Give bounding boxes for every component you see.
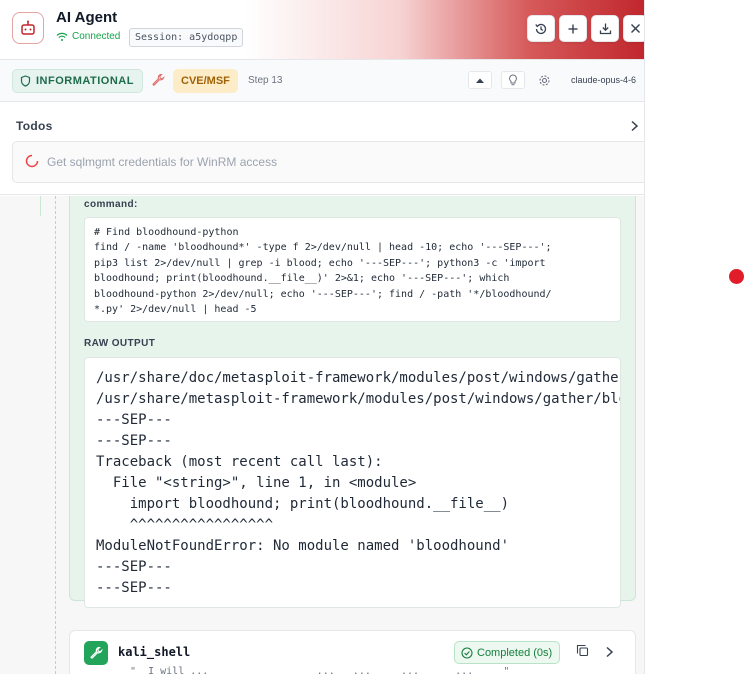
recording-indicator: [729, 269, 744, 284]
tool-preview: " I will ... ... ... ... ... ": [118, 666, 510, 674]
shield-icon: [20, 75, 31, 87]
status-badge-label: Completed (0s): [477, 646, 553, 659]
command-label: command:: [84, 199, 138, 210]
agent-title: AI Agent: [56, 9, 118, 26]
output-line: ^^^^^^^^^^^^^^^^^: [96, 517, 274, 533]
output-line: Traceback (most recent call last):: [96, 454, 383, 470]
collapse-button[interactable]: [468, 71, 492, 89]
output-line: ---SEP---: [96, 559, 172, 575]
wrench-icon: [84, 641, 108, 665]
command-line: bloodhound-python 2>/dev/null; echo '---…: [94, 288, 552, 300]
plus-icon: [568, 24, 578, 33]
wrench-icon: [151, 73, 165, 92]
command-line: pip3 list 2>/dev/null | grep -i blood; e…: [94, 257, 546, 269]
agent-panel: AI Agent Connected Session: a5ydoqpp INF…: [0, 0, 645, 674]
risk-badge-label: INFORMATIONAL: [36, 75, 134, 87]
robot-icon: [12, 12, 44, 44]
output-line: ---SEP---: [96, 433, 172, 449]
download-button[interactable]: [591, 15, 619, 42]
risk-badge: INFORMATIONAL: [12, 69, 143, 93]
settings-button[interactable]: [538, 74, 551, 92]
agent-header: AI Agent Connected Session: a5ydoqpp: [0, 0, 644, 60]
model-name: claude-opus-4-6: [571, 75, 637, 85]
timeline-connector: [40, 196, 54, 216]
step-counter: Step 13: [248, 75, 283, 86]
command-line: # Find bloodhound-python: [94, 227, 239, 238]
output-line: ModuleNotFoundError: No module named 'bl…: [96, 538, 510, 554]
close-icon: [630, 24, 640, 33]
command-line: find / -name 'bloodhound*' -type f 2>/de…: [94, 242, 552, 254]
download-icon: [599, 23, 611, 35]
hints-button[interactable]: [501, 71, 525, 89]
output-line: File "<string>", line 1, in <module>: [96, 475, 417, 491]
spinner-icon: [25, 154, 39, 173]
todo-item-label: Get sqlmgmt credentials for WinRM access: [47, 155, 278, 169]
output-line: /usr/share/metasploit-framework/modules/…: [96, 391, 621, 407]
command-line: bloodhound; print(bloodhound.__file__)' …: [94, 273, 510, 285]
output-line: /usr/share/doc/metasploit-framework/modu…: [96, 370, 621, 386]
tool-name: kali_shell: [118, 645, 191, 659]
todos-expand-button[interactable]: [630, 119, 639, 137]
check-circle-icon: [461, 646, 473, 659]
command-line: *.py' 2>/dev/null | head -5: [94, 304, 257, 316]
raw-output-label: RAW OUTPUT: [84, 338, 156, 349]
command-block: # Find bloodhound-python find / -name 'b…: [84, 217, 621, 322]
wifi-icon: [56, 32, 68, 41]
status-badge: Completed (0s): [454, 641, 561, 664]
history-button[interactable]: [527, 15, 555, 42]
copy-button[interactable]: [576, 644, 589, 662]
new-session-button[interactable]: [559, 15, 587, 42]
copy-icon: [576, 644, 589, 657]
lightbulb-icon: [509, 74, 517, 86]
history-icon: [535, 23, 547, 34]
timeline-rail: [55, 196, 56, 674]
close-button[interactable]: [623, 15, 644, 42]
phase-badge: CVE/MSF: [173, 69, 238, 93]
output-line: import bloodhound; print(bloodhound.__fi…: [96, 496, 510, 512]
session-id: Session: a5ydoqpp: [129, 28, 244, 47]
gear-icon: [539, 75, 550, 86]
chevron-right-icon: [606, 646, 614, 658]
chevron-right-icon: [631, 120, 639, 132]
raw-output-block[interactable]: /usr/share/doc/metasploit-framework/modu…: [84, 357, 621, 608]
output-line: ---SEP---: [96, 412, 172, 428]
chevron-up-icon: [476, 78, 484, 83]
connection-status: Connected: [56, 31, 120, 42]
expand-tool-button[interactable]: [605, 645, 614, 663]
todos-title[interactable]: Todos: [16, 119, 53, 133]
output-line: ---SEP---: [96, 580, 172, 596]
connection-status-label: Connected: [72, 31, 121, 42]
